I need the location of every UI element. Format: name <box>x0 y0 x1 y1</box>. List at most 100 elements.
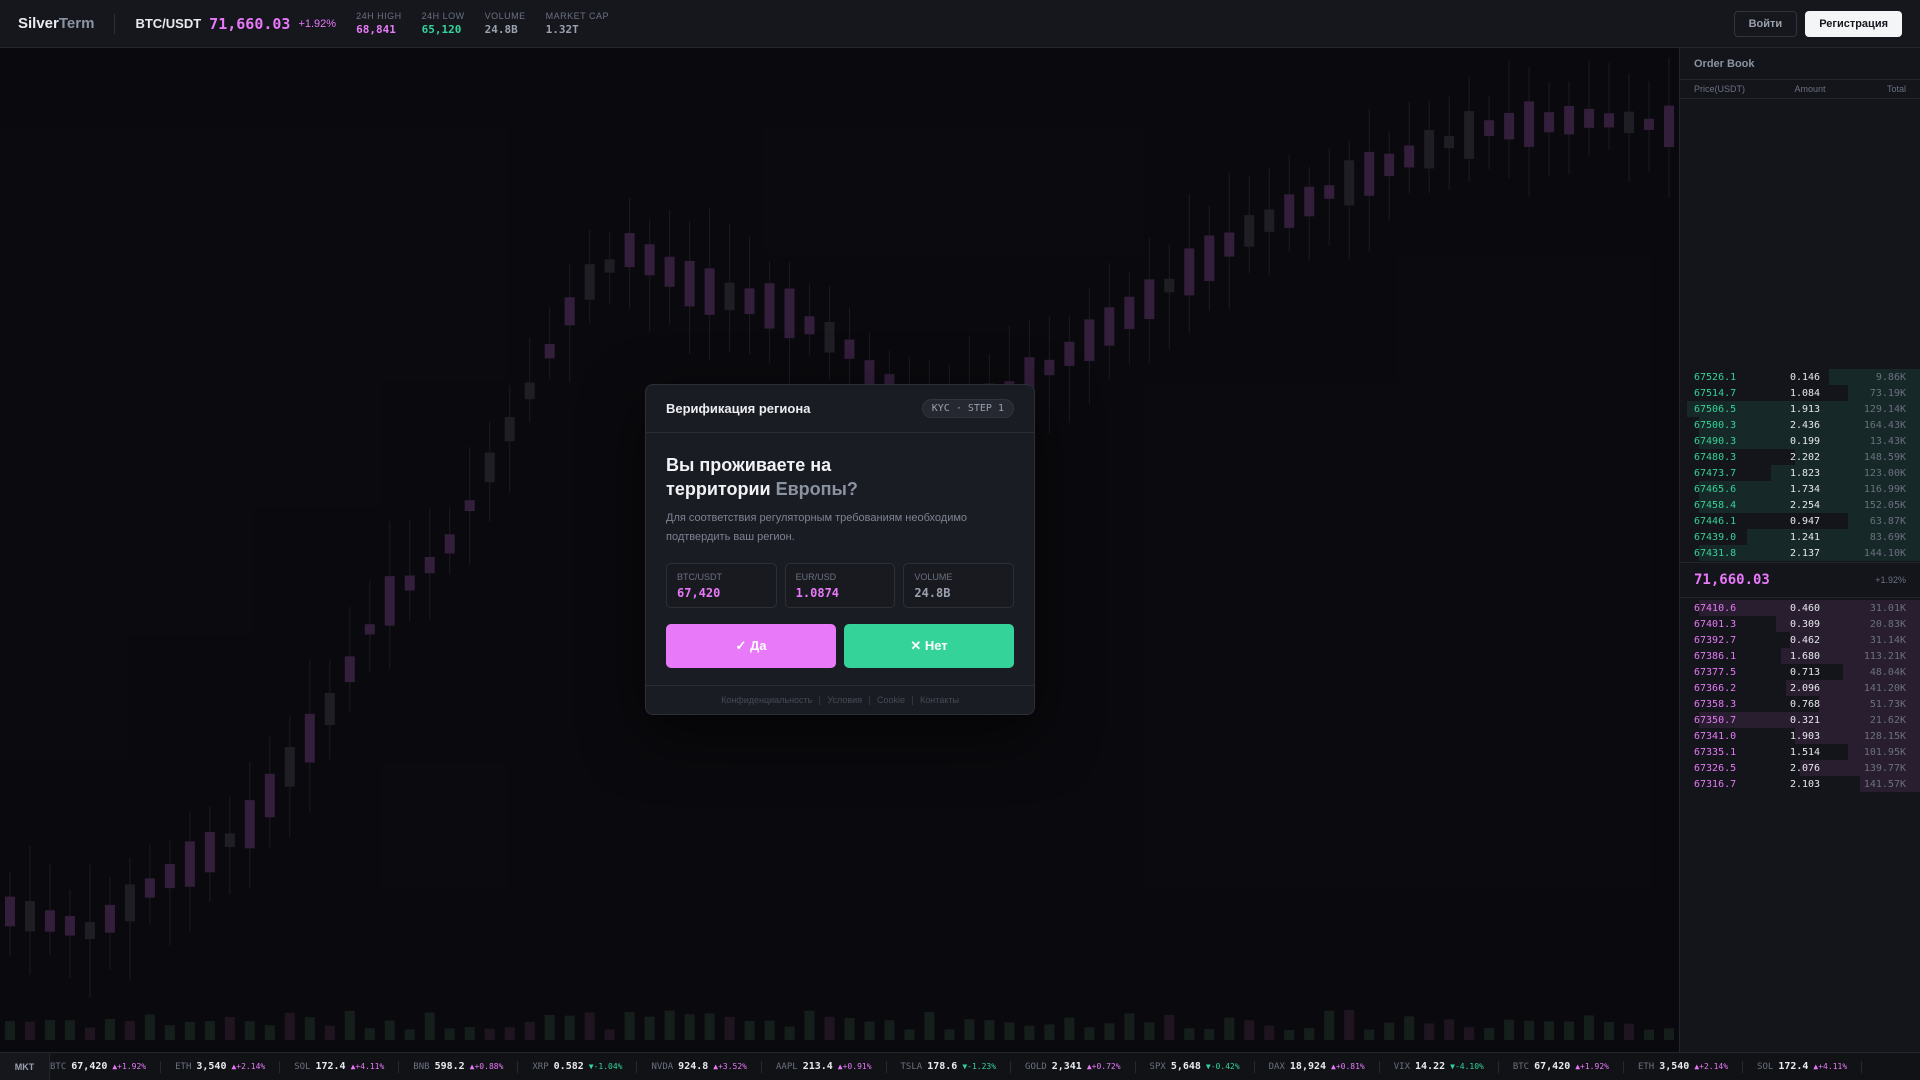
bid-total: 139.77K <box>1863 762 1906 774</box>
stat-label: VOLUME <box>484 11 526 21</box>
ask-amount: 1.241 <box>1789 531 1821 543</box>
ticker-change: ▲+0.88% <box>469 1062 504 1071</box>
ask-total: 144.10K <box>1863 547 1906 559</box>
ticker-change: ▼-4.10% <box>1450 1062 1484 1071</box>
ticker-item[interactable]: BNB 598.2 ▲+0.88% <box>399 1060 519 1073</box>
ask-amount: 2.436 <box>1789 419 1821 431</box>
ticker-symbol: DAX <box>1268 1061 1285 1072</box>
ticker-change: ▲+4.11% <box>350 1062 385 1071</box>
ask-row[interactable]: 67526.1 0.146 9.86K <box>1680 369 1920 385</box>
ticker-symbol: XRP <box>532 1061 549 1072</box>
ticker-symbol: GOLD <box>1025 1061 1047 1072</box>
ask-price: 67431.8 <box>1694 547 1737 559</box>
footer-link-cookie[interactable]: Cookie <box>877 695 905 705</box>
modal-stat-label: EUR/USD <box>795 572 837 582</box>
login-button[interactable]: Войти <box>1733 10 1798 37</box>
bid-row[interactable]: 67366.2 2.096 141.20K <box>1680 680 1920 696</box>
ask-amount: 2.254 <box>1789 499 1821 511</box>
ticker-value: 14.22 <box>1415 1061 1446 1072</box>
bid-row[interactable]: 67326.5 2.076 139.77K <box>1680 760 1920 776</box>
ticker-value: 3,540 <box>1659 1061 1690 1072</box>
ticker-item[interactable]: SOL 172.4 ▲+4.11% <box>280 1060 400 1073</box>
bid-row[interactable]: 67358.3 0.768 51.73K <box>1680 696 1920 712</box>
ticker-value: 18,924 <box>1289 1061 1327 1072</box>
col-price: Price(USDT) <box>1694 84 1745 94</box>
order-book-title: Order Book <box>1680 48 1920 80</box>
ask-row[interactable]: 67480.3 2.202 148.59K <box>1680 449 1920 465</box>
bid-row[interactable]: 67350.7 0.321 21.62K <box>1680 712 1920 728</box>
ask-row[interactable]: 67458.4 2.254 152.05K <box>1680 497 1920 513</box>
bid-row[interactable]: 67386.1 1.680 113.21K <box>1680 648 1920 664</box>
logo[interactable]: SilverTerm <box>18 15 94 32</box>
bid-amount: 0.462 <box>1789 634 1821 646</box>
ticker-item[interactable]: GOLD 2,341 ▲+0.72% <box>1011 1060 1136 1073</box>
ticker-value: 172.4 <box>1778 1061 1809 1072</box>
ticker-item[interactable]: BTC 67,420 ▲+1.92% <box>1499 1060 1624 1073</box>
ticker-change: ▲+1.92% <box>1575 1062 1609 1071</box>
ask-amount: 0.146 <box>1789 371 1821 383</box>
ask-amount: 2.137 <box>1789 547 1821 559</box>
yes-button[interactable]: ✓ Да <box>666 624 836 668</box>
ask-total: 83.69K <box>1869 531 1906 543</box>
ticker-item[interactable]: SPX 5,648 ▼-0.42% <box>1136 1060 1255 1073</box>
modal-stat-label: BTC/USDT <box>677 572 722 582</box>
modal-stat-eurusd: EUR/USD 1.0874 <box>784 563 896 608</box>
ask-row[interactable]: 67439.0 1.241 83.69K <box>1680 529 1920 545</box>
ask-price: 67514.7 <box>1694 387 1737 399</box>
bid-row[interactable]: 67377.5 0.713 48.04K <box>1680 664 1920 680</box>
ticker-symbol: BTC <box>1512 1061 1530 1072</box>
pair-label[interactable]: BTC/USDT <box>135 16 201 31</box>
ask-row[interactable]: 67500.3 2.436 164.43K <box>1680 417 1920 433</box>
no-button[interactable]: ✕ Нет <box>844 624 1014 668</box>
ask-row[interactable]: 67490.3 0.199 13.43K <box>1680 433 1920 449</box>
question-line-2: территории <box>666 479 771 499</box>
bid-row[interactable]: 67341.0 1.903 128.15K <box>1680 728 1920 744</box>
ticker-value: 2,341 <box>1051 1061 1082 1072</box>
ask-total: 73.19K <box>1869 387 1906 399</box>
ask-row[interactable]: 67514.7 1.084 73.19K <box>1680 385 1920 401</box>
ticker-item[interactable]: ETH 3,540 ▲+2.14% <box>161 1060 281 1073</box>
ask-price: 67490.3 <box>1694 435 1737 447</box>
bid-total: 31.01K <box>1869 602 1906 614</box>
bid-total: 141.57K <box>1863 778 1906 790</box>
footer-link-terms[interactable]: Условия <box>827 695 862 705</box>
ask-total: 148.59K <box>1863 451 1906 463</box>
modal-stat-label: VOLUME <box>914 572 953 582</box>
footer-link-contacts[interactable]: Контакты <box>920 695 959 705</box>
ticker-symbol: TSLA <box>900 1061 923 1072</box>
ticker-value: 0.582 <box>553 1061 584 1072</box>
ticker-item[interactable]: SOL 172.4 ▲+4.11% <box>1743 1060 1863 1073</box>
bid-row[interactable]: 67335.1 1.514 101.95K <box>1680 744 1920 760</box>
bid-total: 20.83K <box>1869 618 1906 630</box>
footer-link-privacy[interactable]: Конфиденциальность <box>721 695 812 705</box>
ticker-symbol: ETH <box>1637 1061 1655 1072</box>
ticker-item[interactable]: BTC 67,420 ▲+1.92% <box>36 1060 162 1073</box>
ticker-item[interactable]: XRP 0.582 ▼-1.04% <box>518 1060 638 1073</box>
ticker-value: 172.4 <box>315 1061 346 1072</box>
bid-row[interactable]: 67316.7 2.103 141.57K <box>1680 776 1920 792</box>
ask-row[interactable]: 67465.6 1.734 116.99K <box>1680 481 1920 497</box>
modal-header: Верификация региона KYC · STEP 1 <box>646 385 1034 433</box>
ask-price: 67446.1 <box>1694 515 1737 527</box>
bid-row[interactable]: 67410.6 0.460 31.01K <box>1680 600 1920 616</box>
ticker-item[interactable]: TSLA 178.6 ▼-1.23% <box>887 1060 1012 1073</box>
bid-row[interactable]: 67392.7 0.462 31.14K <box>1680 632 1920 648</box>
ask-row[interactable]: 67506.5 1.913 129.14K <box>1680 401 1920 417</box>
col-amount: Amount <box>1794 84 1826 94</box>
ticker-change: ▼-0.42% <box>1205 1062 1240 1071</box>
ticker-item[interactable]: VIX 14.22 ▼-4.10% <box>1380 1060 1499 1073</box>
bid-row[interactable]: 67401.3 0.309 20.83K <box>1680 616 1920 632</box>
ask-price: 67480.3 <box>1694 451 1737 463</box>
register-button[interactable]: Регистрация <box>1805 10 1902 37</box>
ask-row[interactable]: 67446.1 0.947 63.87K <box>1680 513 1920 529</box>
ticker-item[interactable]: AAPL 213.4 ▲+0.91% <box>762 1060 887 1073</box>
modal-stat-volume: VOLUME 24.8B <box>903 563 1015 608</box>
ticker-item[interactable]: ETH 3,540 ▲+2.14% <box>1624 1060 1744 1073</box>
ticker-item[interactable]: NVDA 924.8 ▲+3.52% <box>637 1060 762 1073</box>
ticker-item[interactable]: DAX 18,924 ▲+0.81% <box>1255 1060 1380 1073</box>
footer-separator <box>869 695 871 705</box>
ticker-symbol: AAPL <box>776 1061 798 1072</box>
ask-row[interactable]: 67473.7 1.823 123.00K <box>1680 465 1920 481</box>
ask-row[interactable]: 67431.8 2.137 144.10K <box>1680 545 1920 561</box>
bid-price: 67341.0 <box>1694 730 1737 742</box>
